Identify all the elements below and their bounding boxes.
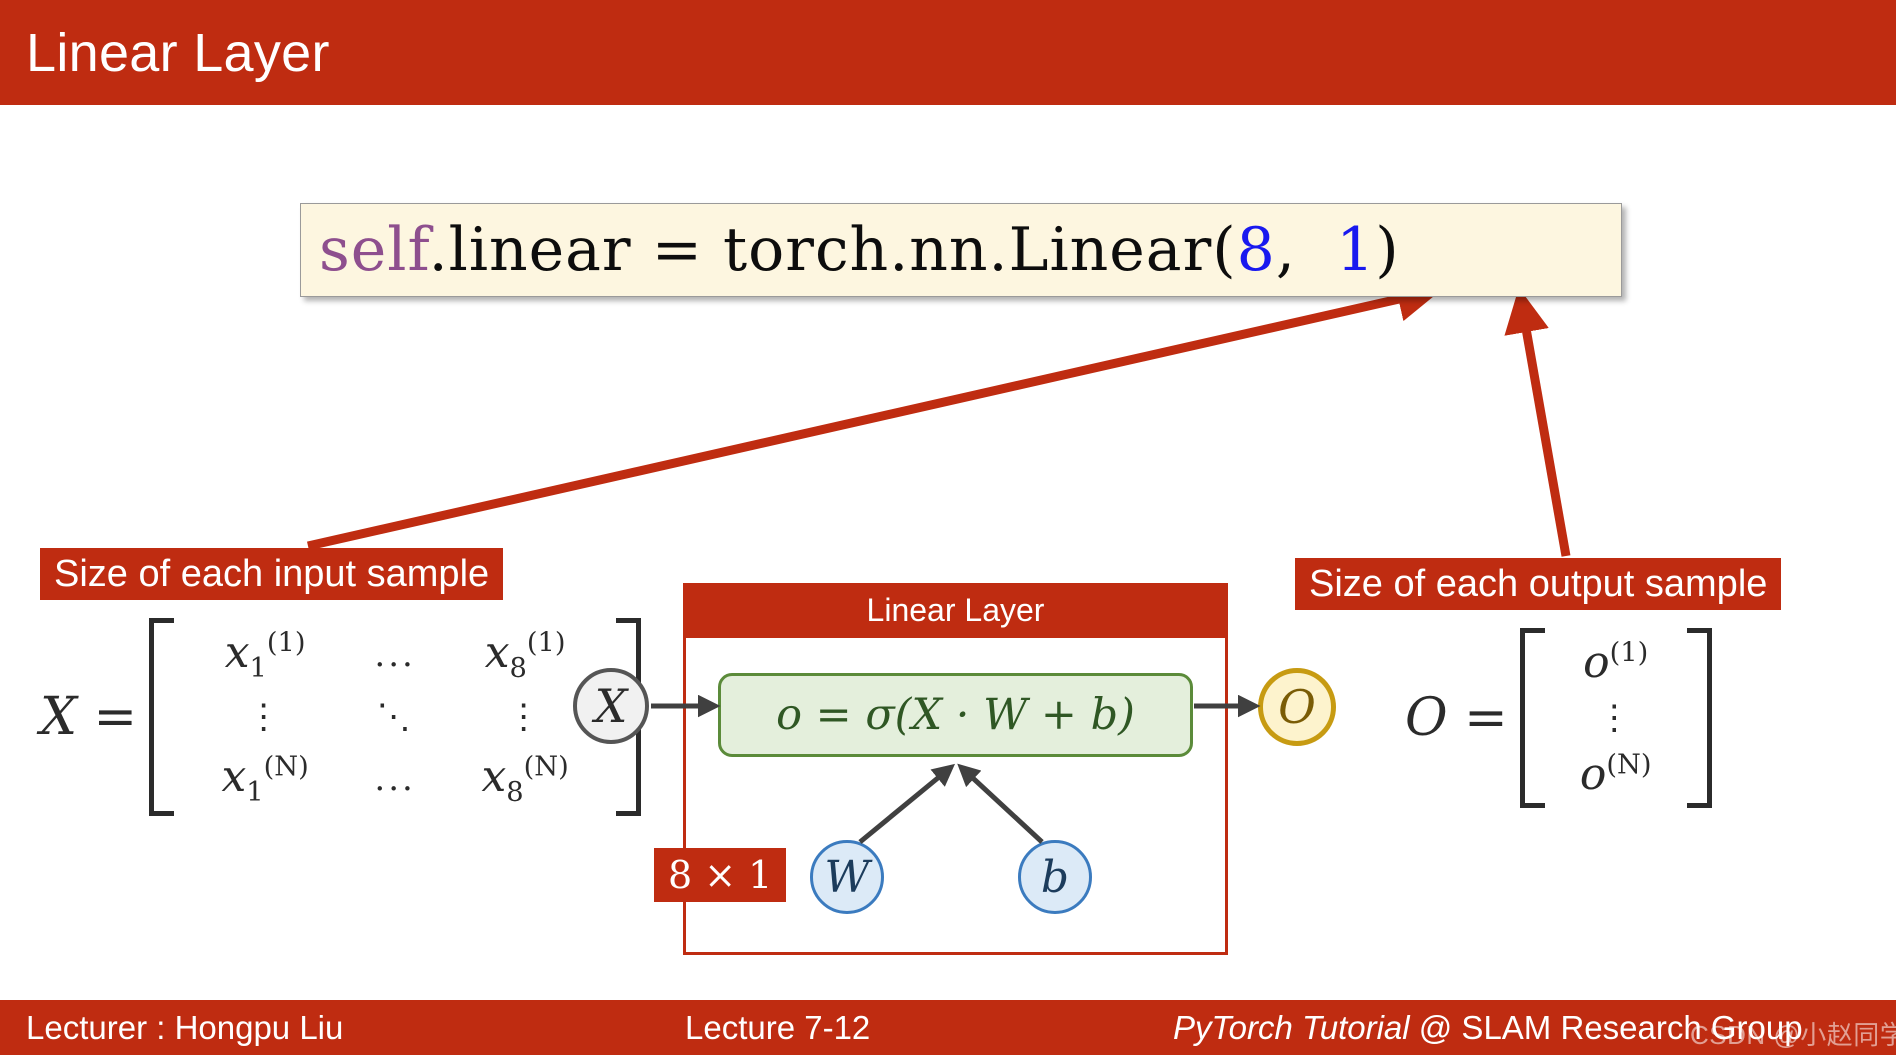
x-cell-r2c1: ... <box>374 759 416 799</box>
x-cell-r2c2-sub: 8 <box>506 776 524 808</box>
x-cell-r2c0-base: x <box>221 750 247 802</box>
x-cell-r0c0-sup: (1) <box>266 626 306 658</box>
formula-text: o = σ(X · W + b) <box>776 690 1135 740</box>
callout-input-size: Size of each input sample <box>40 548 504 600</box>
o-cell-r2-sup: (N) <box>1606 748 1652 780</box>
code-token-comma: , <box>1275 215 1337 285</box>
input-matrix-x: X = x1(1) ... x8(1) ⋮ ⋱ ⋮ x1(N) ... x8(N… <box>40 618 642 816</box>
o-cell-r1: ⋮ <box>1597 698 1635 738</box>
x-cell-r2c0: x1(N) <box>221 751 308 808</box>
x-cell-r0c0-sub: 1 <box>249 652 267 684</box>
x-cell-r0c0: x1(1) <box>225 627 306 684</box>
x-matrix-bracket-left <box>149 618 175 816</box>
node-input-x: X <box>573 668 649 744</box>
x-cell-r0c2: x8(1) <box>485 627 566 684</box>
o-cell-r0-base: o <box>1583 636 1610 688</box>
slide-footer-bar: Lecturer : Hongpu Liu Lecture 7-12 PyTor… <box>0 1000 1896 1055</box>
x-cell-r2c2-base: x <box>481 750 507 802</box>
node-input-x-label: X <box>594 679 628 733</box>
x-cell-r2c2: x8(N) <box>481 751 568 808</box>
o-cell-r0-sup: (1) <box>1609 636 1649 668</box>
node-weight-w: W <box>810 840 884 914</box>
x-cell-r0c2-base: x <box>484 626 510 678</box>
page-title: Linear Layer <box>26 22 330 83</box>
code-token-close-paren: ) <box>1375 215 1400 285</box>
o-cell-r0: o(1) <box>1583 637 1648 688</box>
code-token-in-features: 8 <box>1236 215 1276 285</box>
csdn-watermark: CSDN @小赵同学48? <box>1690 1020 1896 1050</box>
o-matrix-grid: o(1) ⋮ o(N) <box>1545 628 1687 808</box>
x-cell-r2c2-sup: (N) <box>523 750 569 782</box>
node-weight-w-label: W <box>824 851 870 903</box>
o-cell-r2-base: o <box>1579 748 1607 800</box>
code-token-out-features: 1 <box>1336 215 1376 285</box>
code-snippet-box: self.linear = torch.nn.Linear(8, 1) <box>300 203 1622 297</box>
x-cell-r2c0-sub: 1 <box>246 776 264 808</box>
arrow-output-size <box>1504 287 1571 557</box>
footer-course-italic: PyTorch Tutorial <box>1173 1008 1410 1046</box>
x-cell-r1c2: ⋮ <box>506 697 544 737</box>
x-matrix-lead: X = <box>40 687 138 747</box>
x-cell-r1c0: ⋮ <box>246 697 284 737</box>
arrow-input-size <box>307 277 1443 551</box>
x-cell-r0c2-sup: (1) <box>526 626 566 658</box>
code-line: self.linear = torch.nn.Linear(8, 1) <box>301 220 1400 280</box>
slide-title-bar: Linear Layer <box>0 0 1896 105</box>
o-matrix-bracket-left <box>1519 628 1545 808</box>
linear-layer-header-label: Linear Layer <box>866 592 1045 628</box>
output-matrix-o: O = o(1) ⋮ o(N) <box>1405 628 1712 808</box>
node-bias-b: b <box>1018 840 1092 914</box>
callout-input-label: Size of each input sample <box>54 552 490 595</box>
x-matrix-grid: x1(1) ... x8(1) ⋮ ⋱ ⋮ x1(N) ... x8(N) <box>174 618 616 816</box>
code-token-call: .linear = torch.nn.Linear( <box>428 215 1237 285</box>
node-output-o-label: O <box>1278 680 1316 734</box>
node-output-o: O <box>1258 668 1336 746</box>
x-cell-r1c1: ⋱ <box>376 697 414 737</box>
code-token-self: self <box>319 215 429 285</box>
node-bias-b-label: b <box>1040 851 1070 903</box>
formula-box: o = σ(X · W + b) <box>718 673 1193 757</box>
x-cell-r2c0-sup: (N) <box>263 750 309 782</box>
footer-lecturer: Lecturer : Hongpu Liu <box>26 1008 344 1046</box>
shape-badge-label: 8 × 1 <box>668 853 773 897</box>
shape-badge: 8 × 1 <box>654 848 787 902</box>
x-cell-r0c0-base: x <box>224 626 250 678</box>
o-cell-r2: o(N) <box>1580 749 1652 800</box>
callout-output-label: Size of each output sample <box>1309 562 1768 605</box>
callout-output-size: Size of each output sample <box>1295 558 1782 610</box>
x-cell-r0c2-sub: 8 <box>509 652 527 684</box>
x-cell-r0c1: ... <box>374 635 416 675</box>
o-matrix-lead: O = <box>1405 688 1508 748</box>
footer-lecture-number: Lecture 7-12 <box>685 1008 871 1046</box>
o-matrix-bracket-right <box>1686 628 1712 808</box>
linear-layer-header: Linear Layer <box>683 583 1228 638</box>
